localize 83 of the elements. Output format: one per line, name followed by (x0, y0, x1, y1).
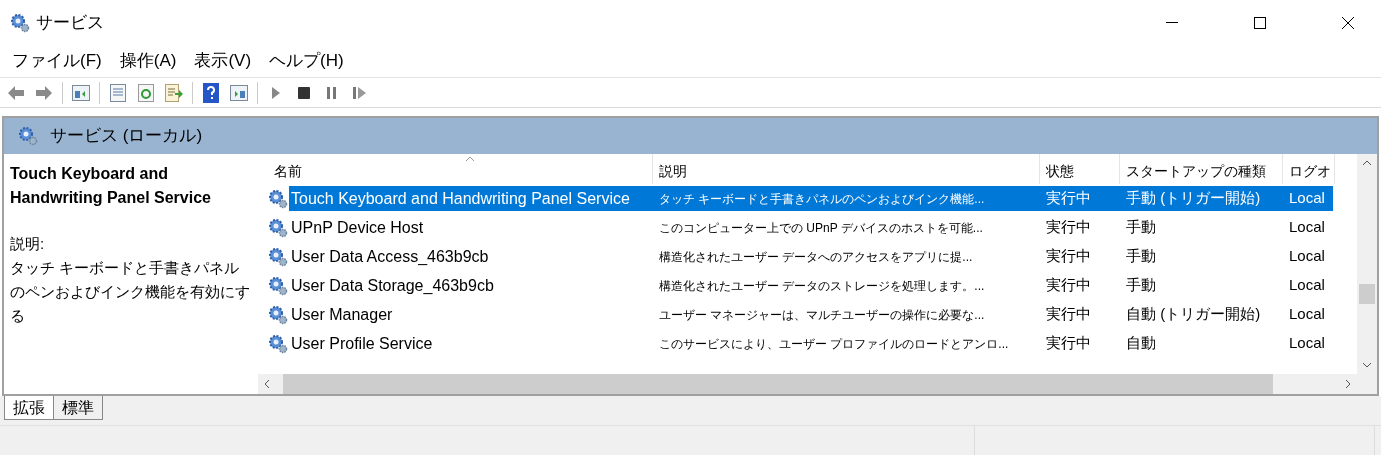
table-cell-text: User Data Access_463b9cb (291, 246, 490, 267)
table-cell-text: Local (1288, 304, 1326, 325)
menu-item[interactable]: ファイル(F) (6, 48, 108, 74)
vertical-scrollbar[interactable] (1357, 154, 1377, 374)
table-cell-text: User Manager (291, 304, 394, 325)
table-cell-text: 実行中 (1045, 333, 1092, 354)
table-cell-text: ユーザー マネージャーは、マルチユーザーの操作に必要な... (658, 306, 986, 324)
pane-title: サービス (ローカル) (50, 125, 203, 148)
table-cell-text: 手動 (1125, 275, 1157, 296)
menu-item[interactable]: 表示(V) (188, 48, 258, 74)
column-header[interactable]: ログオ (1283, 154, 1335, 184)
table-cell-text: Local (1288, 217, 1326, 238)
export-icon (165, 83, 183, 102)
table-cell-text: Local (1288, 246, 1326, 267)
menu-item[interactable]: 操作(A) (113, 48, 183, 74)
table-cell-text: 構造化されたユーザー データへのアクセスをアプリに提... (658, 248, 974, 266)
description-text: タッチ キーボードと手書きパネルのペンおよびインク機能を有効にする (10, 258, 251, 326)
help-icon (203, 82, 219, 103)
table-cell-text: Touch Keyboard and Handwriting Panel Service (291, 188, 631, 209)
view-tab[interactable]: 拡張 (4, 396, 54, 420)
service-icon (268, 333, 288, 354)
table-cell-text: 自動 (1125, 333, 1157, 354)
service-icon (268, 246, 288, 267)
service-row[interactable]: User Data Storage_463b9cb 構造化されたユーザー データのストレージを処理します。... 実行中 手動 Local (289, 273, 1333, 298)
services-icon (18, 126, 38, 146)
service-row[interactable]: UPnP Device Host このコンピューター上での UPnP デバイスのホストを可能... 実行中 手動 Local (289, 215, 1333, 240)
app-icon (10, 12, 30, 33)
table-cell-text: 構造化されたユーザー データのストレージを処理します。... (658, 277, 986, 295)
maximize-icon (1254, 16, 1266, 29)
table-cell-text: Local (1288, 188, 1326, 209)
table-cell-text: Local (1288, 275, 1326, 296)
table-cell-text: タッチ キーボードと手書きパネルのペンおよびインク機能... (658, 190, 986, 208)
pause-icon (327, 86, 337, 99)
table-cell-text: 実行中 (1045, 188, 1092, 209)
window-title: サービス (36, 11, 104, 34)
view-tab[interactable]: 標準 (53, 396, 103, 420)
panel-icon (72, 84, 90, 101)
toolbar-button[interactable] (201, 82, 221, 103)
table-cell-text: User Data Storage_463b9cb (291, 275, 495, 296)
column-header[interactable]: 名前 (268, 154, 653, 184)
table-cell-text: 実行中 (1045, 217, 1092, 238)
column-header[interactable]: 状態 (1040, 154, 1120, 184)
service-row[interactable]: User Manager ユーザー マネージャーは、マルチユーザーの操作に必要な... 実行中 自動 (トリガー開始) Local (289, 302, 1333, 327)
table-cell-text: 自動 (トリガー開始) (1125, 304, 1262, 325)
service-icon (268, 188, 288, 209)
table-cell-text: Local (1288, 333, 1326, 354)
column-header[interactable]: スタートアップの種類 (1120, 154, 1283, 184)
service-icon (268, 217, 288, 238)
toolbar-button[interactable] (71, 82, 91, 103)
scroll-thumb[interactable] (1359, 284, 1375, 304)
table-cell-text: 実行中 (1045, 304, 1092, 325)
service-row[interactable]: Touch Keyboard and Handwriting Panel Service タッチ キーボードと手書きパネルのペンおよびインク機能... 実行中 手動 (トリガー開始) Local (289, 186, 1333, 211)
refresh-icon (137, 83, 155, 102)
service-icon (268, 275, 288, 296)
service-icon (268, 304, 288, 325)
table-cell-text: 手動 (1125, 217, 1157, 238)
table-cell-text: このコンピューター上での UPnP デバイスのホストを可能... (658, 219, 984, 237)
description-label: 説明: (10, 234, 46, 254)
table-cell-text: 手動 (トリガー開始) (1125, 188, 1262, 209)
column-header[interactable]: 説明 (653, 154, 1040, 184)
service-row[interactable]: User Profile Service このサービスにより、ユーザー プロファイルのロードとアンロ... 実行中 自動 Local (289, 331, 1333, 356)
service-title: Touch Keyboard and Handwriting Panel Service (10, 164, 212, 208)
close-icon (1342, 16, 1354, 29)
table-cell-text: UPnP Device Host (291, 217, 425, 238)
panel-icon (230, 84, 248, 101)
toolbar-button[interactable] (229, 82, 249, 103)
table-cell-text: 実行中 (1045, 246, 1092, 267)
table-cell-text: 手動 (1125, 246, 1157, 267)
right-arrow-icon (35, 85, 53, 100)
stop-icon (298, 86, 310, 99)
table-cell-text: 実行中 (1045, 275, 1092, 296)
table-cell-text: User Profile Service (291, 333, 434, 354)
menu-item[interactable]: ヘルプ(H) (263, 48, 350, 74)
toolbar-button[interactable] (164, 82, 184, 103)
toolbar-button[interactable] (108, 82, 128, 103)
left-arrow-icon (7, 85, 25, 100)
play-icon (272, 86, 280, 99)
properties-icon (109, 83, 127, 102)
restart-icon (353, 86, 367, 99)
service-row[interactable]: User Data Access_463b9cb 構造化されたユーザー データへのアクセスをアプリに提... 実行中 手動 Local (289, 244, 1333, 269)
toolbar-button[interactable] (136, 82, 156, 103)
table-cell-text: このサービスにより、ユーザー プロファイルのロードとアンロ... (658, 335, 1010, 353)
minimize-icon (1166, 21, 1178, 24)
